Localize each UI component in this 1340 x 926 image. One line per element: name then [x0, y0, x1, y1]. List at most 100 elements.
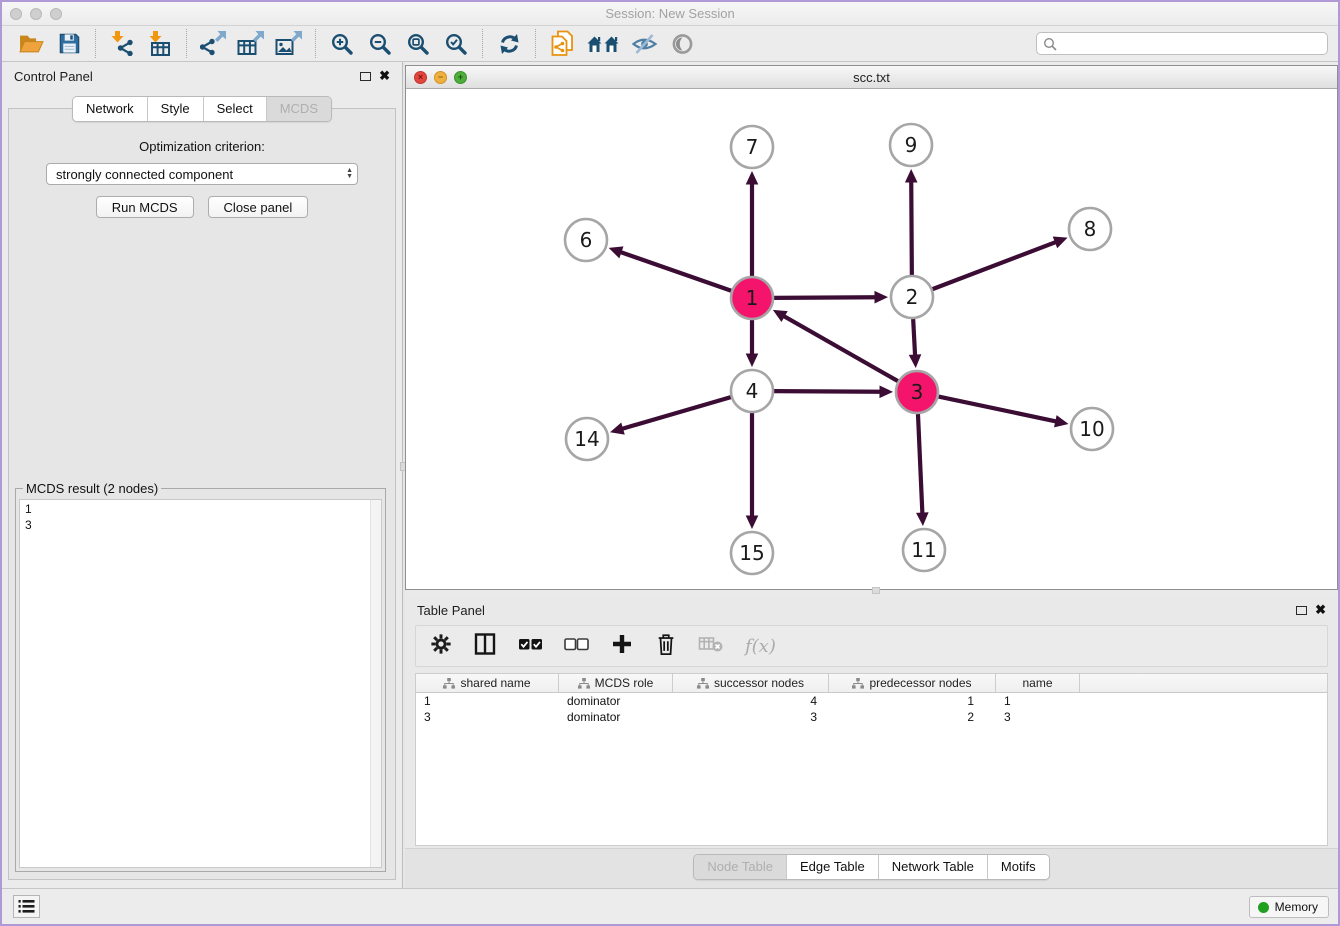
- show-columns-button[interactable]: [473, 632, 497, 661]
- node-table: shared nameMCDS role successor nodes prede…: [415, 673, 1328, 846]
- export-image-button[interactable]: [274, 30, 304, 58]
- column-header-shared-name[interactable]: shared name: [416, 674, 559, 692]
- graph-edge-3-11[interactable]: [918, 414, 922, 515]
- mcds-result-text[interactable]: 13: [19, 499, 382, 868]
- float-panel-icon[interactable]: [360, 72, 371, 81]
- close-panel-icon[interactable]: ✖: [379, 70, 390, 82]
- tab-mcds[interactable]: MCDS: [266, 97, 331, 121]
- tab-style[interactable]: Style: [147, 97, 203, 121]
- export-table-button[interactable]: [236, 30, 266, 58]
- edge-arrowhead: [609, 246, 624, 258]
- zoom-selected-button[interactable]: [441, 30, 471, 58]
- table-row[interactable]: 3dominator323: [416, 709, 1327, 725]
- memory-status-icon: [1258, 902, 1269, 913]
- table-cell[interactable]: dominator: [559, 709, 673, 725]
- search-input[interactable]: [1061, 37, 1321, 51]
- network-view-window: × − + scc.txt 7968124314101511: [405, 65, 1338, 590]
- graph-edge-1-6[interactable]: [620, 252, 732, 291]
- table-settings-button[interactable]: [430, 633, 452, 660]
- task-history-button[interactable]: [13, 895, 40, 918]
- result-line: 3: [25, 517, 376, 533]
- search-icon: [1043, 37, 1057, 51]
- table-cell[interactable]: 3: [673, 709, 829, 725]
- network-canvas[interactable]: 7968124314101511: [406, 89, 1337, 589]
- criterion-select[interactable]: strongly connected component ▲▼: [46, 163, 358, 185]
- edge-arrowhead: [879, 385, 893, 398]
- import-network-button[interactable]: [107, 30, 137, 58]
- save-session-button[interactable]: [54, 30, 84, 58]
- column-header-predecessor-nodes[interactable]: predecessor nodes: [829, 674, 996, 692]
- control-panel-tabs: Network Style Select MCDS: [2, 96, 402, 122]
- zoom-fit-icon: [406, 32, 430, 56]
- graph-edge-1-2[interactable]: [774, 297, 877, 298]
- close-panel-button[interactable]: Close panel: [208, 196, 309, 218]
- tab-node-table[interactable]: Node Table: [694, 855, 786, 879]
- edge-arrowhead: [916, 512, 929, 526]
- edge-arrowhead: [746, 354, 759, 368]
- splitter-grip[interactable]: [872, 587, 880, 594]
- toolbar-separator: [186, 29, 187, 58]
- graph-edge-2-8[interactable]: [933, 242, 1057, 289]
- float-panel-icon[interactable]: [1296, 606, 1307, 615]
- table-cell[interactable]: 1: [996, 693, 1080, 709]
- table-cell[interactable]: 2: [829, 709, 996, 725]
- tab-network-table[interactable]: Network Table: [878, 855, 987, 879]
- tab-motifs[interactable]: Motifs: [987, 855, 1049, 879]
- select-all-button[interactable]: [518, 636, 543, 657]
- table-row[interactable]: 1dominator411: [416, 693, 1327, 709]
- mcds-panel: Optimization criterion: strongly connect…: [8, 108, 396, 880]
- column-header-MCDS-role[interactable]: MCDS role: [559, 674, 673, 692]
- export-network-button[interactable]: [198, 30, 228, 58]
- houses-button[interactable]: [585, 30, 621, 58]
- function-builder-button[interactable]: f(x): [745, 636, 776, 657]
- table-cell[interactable]: dominator: [559, 693, 673, 709]
- save-floppy-icon: [58, 32, 81, 55]
- tab-select[interactable]: Select: [203, 97, 266, 121]
- graph-node-label: 8: [1084, 217, 1097, 241]
- graph-edge-4-14[interactable]: [621, 397, 731, 429]
- zoom-fit-button[interactable]: [403, 30, 433, 58]
- memory-button[interactable]: Memory: [1249, 896, 1329, 918]
- delete-table-button[interactable]: [698, 634, 724, 659]
- zoom-out-icon: [368, 32, 392, 56]
- add-row-button[interactable]: [610, 632, 634, 661]
- show-all-button[interactable]: [667, 30, 697, 58]
- table-tabs: Node Table Edge Table Network Table Moti…: [405, 854, 1338, 880]
- refresh-icon: [497, 32, 522, 56]
- table-cell[interactable]: 1: [829, 693, 996, 709]
- tab-edge-table[interactable]: Edge Table: [786, 855, 878, 879]
- duplicate-network-button[interactable]: [547, 30, 577, 58]
- edge-arrowhead: [610, 422, 625, 434]
- table-cell[interactable]: 3: [996, 709, 1080, 725]
- graph-edge-4-3[interactable]: [774, 391, 882, 392]
- column-label: successor nodes: [714, 676, 804, 690]
- criterion-value: strongly connected component: [56, 167, 233, 182]
- apply-layout-button[interactable]: [494, 30, 524, 58]
- column-header-successor-nodes[interactable]: successor nodes: [673, 674, 829, 692]
- tab-network[interactable]: Network: [73, 97, 147, 121]
- zoom-out-button[interactable]: [365, 30, 395, 58]
- graph-edge-3-1[interactable]: [783, 316, 898, 382]
- delete-row-button[interactable]: [655, 632, 677, 661]
- import-table-button[interactable]: [145, 30, 175, 58]
- open-session-button[interactable]: [16, 30, 46, 58]
- column-header-name[interactable]: name: [996, 674, 1080, 692]
- zoom-in-button[interactable]: [327, 30, 357, 58]
- graph-edge-2-9[interactable]: [911, 180, 912, 275]
- table-cell[interactable]: 4: [673, 693, 829, 709]
- toolbar-separator: [315, 29, 316, 58]
- table-cell[interactable]: 3: [416, 709, 559, 725]
- toolbar-search[interactable]: [1036, 32, 1328, 55]
- run-mcds-button[interactable]: Run MCDS: [96, 196, 194, 218]
- deselect-all-button[interactable]: [564, 636, 589, 657]
- graph-edge-2-3[interactable]: [913, 319, 915, 357]
- plus-icon: [610, 632, 634, 656]
- graph-edge-3-10[interactable]: [939, 397, 1058, 422]
- network-window-titlebar: × − + scc.txt: [406, 66, 1337, 89]
- result-scrollbar[interactable]: [370, 500, 381, 867]
- table-cell[interactable]: 1: [416, 693, 559, 709]
- hide-selected-button[interactable]: [629, 30, 659, 58]
- edge-arrowhead: [905, 169, 918, 183]
- export-table-icon: [237, 31, 265, 56]
- close-panel-icon[interactable]: ✖: [1315, 604, 1326, 616]
